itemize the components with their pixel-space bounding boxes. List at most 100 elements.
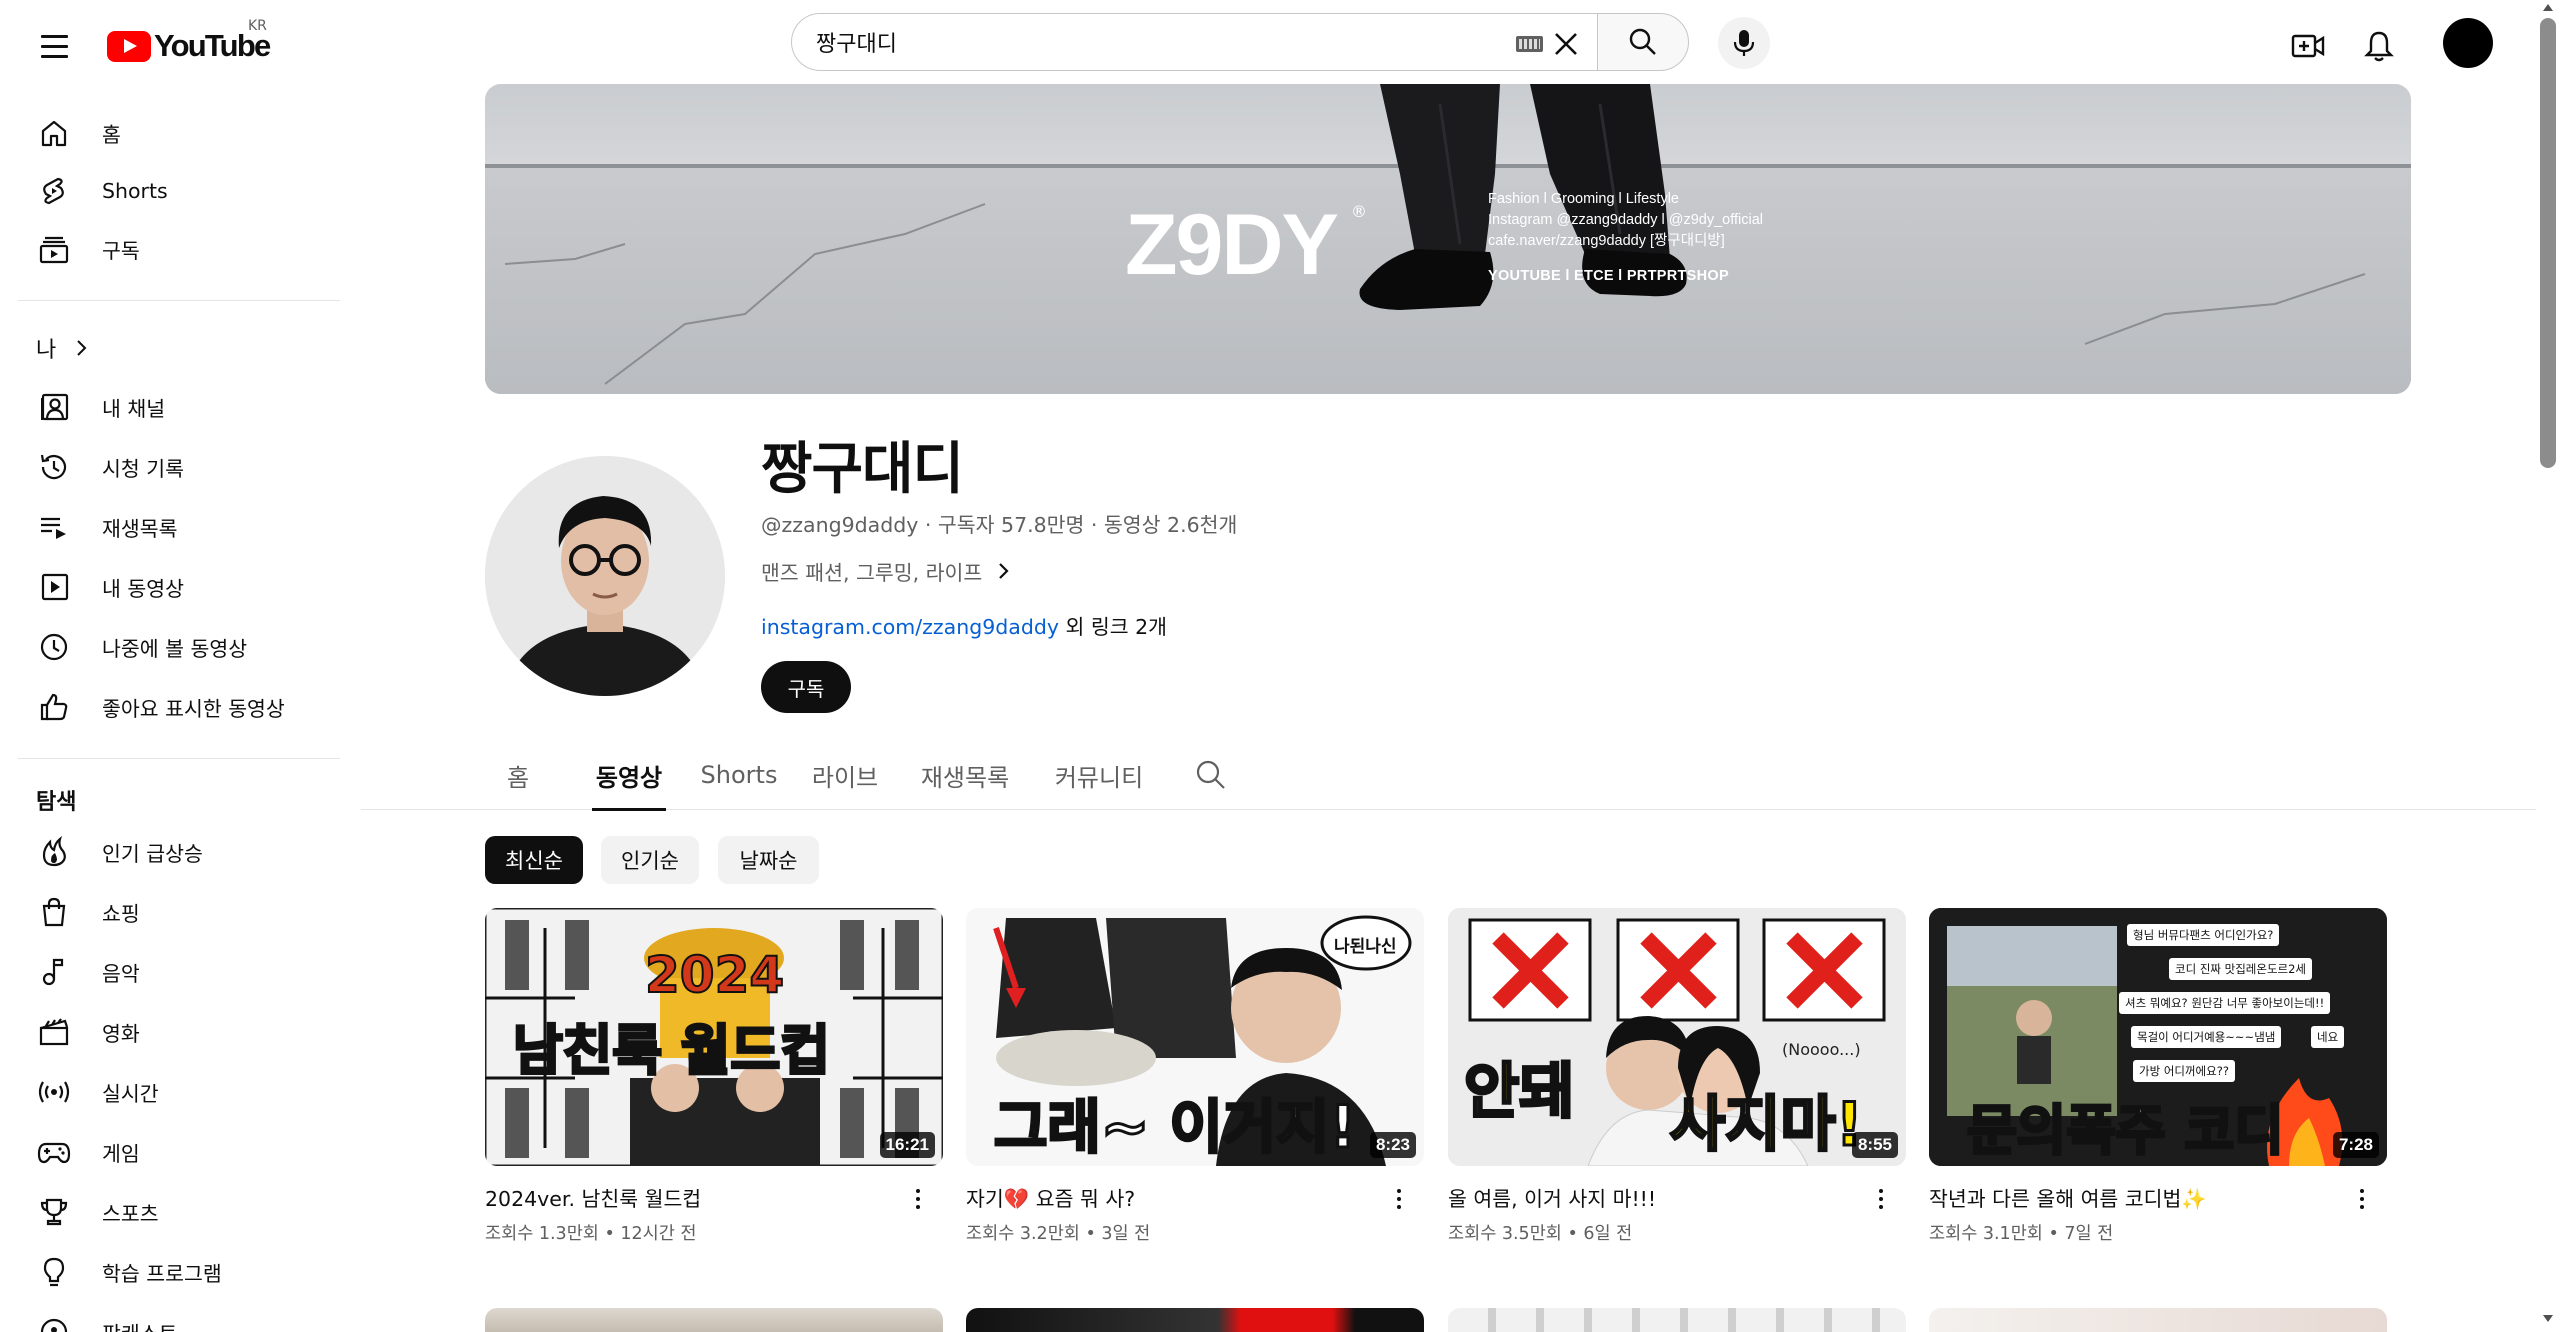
region-code: KR <box>248 18 267 34</box>
sidebar-item-home[interactable]: 홈 <box>18 104 328 162</box>
channel-avatar[interactable] <box>485 456 725 696</box>
shorts-icon <box>36 173 72 209</box>
sidebar-item-playlists[interactable]: 재생목록 <box>18 498 328 556</box>
subscribe-button[interactable]: 구독 <box>761 661 851 713</box>
video-thumbnail-partial[interactable] <box>485 1308 943 1332</box>
channel-meta: @zzang9daddy · 구독자 57.8만명 · 동영상 2.6천개 <box>761 508 1237 538</box>
sidebar-heading-me[interactable]: 나 <box>36 332 92 364</box>
video-title[interactable]: 올 여름, 이거 사지 마!!! <box>1448 1182 1848 1212</box>
channel-description[interactable]: 맨즈 패션, 그루밍, 라이프 <box>761 556 1012 586</box>
chat-bubble: 목걸이 어디거예용~~~냄냄 <box>2131 1026 2282 1048</box>
video-thumbnail[interactable]: 안돼 사지마! (Noooo...) 8:55 <box>1448 908 1906 1166</box>
scrollbar-thumb[interactable] <box>2540 18 2556 468</box>
your-videos-icon <box>36 569 72 605</box>
sidebar-item-live[interactable]: 실시간 <box>18 1063 328 1121</box>
sidebar-item-your-videos[interactable]: 내 동영상 <box>18 558 328 616</box>
sidebar-item-label: 음악 <box>102 962 140 986</box>
sidebar-item-podcasts[interactable]: 팟캐스트 <box>18 1303 328 1332</box>
sidebar-item-learning[interactable]: 학습 프로그램 <box>18 1243 328 1301</box>
tab-live[interactable]: 라이브 <box>807 740 883 810</box>
sidebar-item-subscriptions[interactable]: 구독 <box>18 220 328 278</box>
search-button[interactable] <box>1597 13 1689 71</box>
create-button[interactable] <box>2283 21 2333 71</box>
channel-search-icon[interactable] <box>1193 757 1229 793</box>
shopping-icon <box>36 894 72 930</box>
channel-stats: · 구독자 57.8만명 · 동영상 2.6천개 <box>918 513 1238 537</box>
account-avatar[interactable] <box>2443 18 2493 68</box>
video-title[interactable]: 작년과 다른 올해 여름 코디법✨ <box>1929 1182 2329 1212</box>
sidebar-item-watch-later[interactable]: 나중에 볼 동영상 <box>18 618 328 676</box>
sidebar-item-liked-videos[interactable]: 좋아요 표시한 동영상 <box>18 678 328 736</box>
gaming-icon <box>36 1134 72 1170</box>
video-duration: 8:55 <box>1851 1132 1898 1158</box>
sidebar-item-shorts[interactable]: Shorts <box>18 162 328 220</box>
sidebar-item-label: 게임 <box>102 1142 140 1166</box>
channel-more-links[interactable]: 외 링크 2개 <box>1059 615 1168 639</box>
youtube-play-icon <box>107 30 151 62</box>
video-thumbnail-partial[interactable] <box>1929 1308 2387 1332</box>
chat-bubble: 셔츠 뭐예요? 원단감 너무 좋아보이는데!! <box>2119 992 2331 1014</box>
music-icon <box>36 954 72 990</box>
clear-search-icon[interactable] <box>1550 28 1582 60</box>
sidebar-item-shopping[interactable]: 쇼핑 <box>18 883 328 941</box>
sidebar-item-label: 쇼핑 <box>102 902 140 926</box>
video-thumbnail[interactable]: 형님 버뮤다팬츠 어디인가요? 코디 진짜 맛집레온도르2세 셔츠 뭐예요? 원… <box>1929 908 2387 1166</box>
thumbnail-text-title: 문의폭주 코디 <box>1966 1098 2286 1164</box>
sidebar-item-trending[interactable]: 인기 급상승 <box>18 823 328 881</box>
more-actions-icon[interactable] <box>1388 1184 1410 1214</box>
video-thumbnail[interactable]: 나된나신 그래~ 이거지! 8:23 <box>966 908 1424 1166</box>
tab-community[interactable]: 커뮤니티 <box>1047 740 1151 810</box>
sidebar-item-label: 팟캐스트 <box>102 1317 177 1332</box>
channel-banner: Z9DY ® Fashion l Grooming l Lifestyle In… <box>485 84 2411 394</box>
video-title[interactable]: 자기💔 요즘 뭐 사? <box>966 1182 1366 1212</box>
banner-line-links: YOUTUBE l ETCE l PRTPRTSHOP <box>1488 268 1729 284</box>
sidebar-item-label: 영화 <box>102 1022 140 1046</box>
menu-icon[interactable] <box>30 22 78 70</box>
search-input[interactable] <box>816 29 1496 55</box>
tab-shorts[interactable]: Shorts <box>699 740 779 810</box>
page-scrollbar[interactable] <box>2536 0 2561 1332</box>
playlists-icon <box>36 509 72 545</box>
video-thumbnail[interactable]: 2024 남친룩 월드컵 16:21 <box>485 908 943 1166</box>
sidebar-item-gaming[interactable]: 게임 <box>18 1123 328 1181</box>
tab-videos[interactable]: 동영상 <box>592 740 666 811</box>
more-actions-icon[interactable] <box>1870 1184 1892 1214</box>
video-duration: 16:21 <box>879 1132 935 1158</box>
sidebar-item-your-channel[interactable]: 내 채널 <box>18 378 328 436</box>
chip-popular[interactable]: 인기순 <box>601 836 699 884</box>
sidebar-item-music[interactable]: 음악 <box>18 943 328 1001</box>
subscriptions-icon <box>36 231 72 267</box>
more-actions-icon[interactable] <box>907 1184 929 1214</box>
keyboard-icon[interactable] <box>1516 36 1543 52</box>
banner-line-instagram: Instagram @zzang9daddy l @z9dy_official <box>1488 212 1764 228</box>
channel-instagram-link[interactable]: instagram.com/zzang9daddy <box>761 615 1059 639</box>
sidebar-divider <box>18 300 340 301</box>
podcasts-icon <box>36 1314 72 1332</box>
video-title[interactable]: 2024ver. 남친룩 월드컵 <box>485 1182 885 1212</box>
scroll-down-arrow-icon[interactable] <box>2543 1315 2553 1322</box>
sidebar-item-sports[interactable]: 스포츠 <box>18 1183 328 1241</box>
notifications-button[interactable] <box>2354 21 2404 71</box>
scroll-up-arrow-icon[interactable] <box>2543 4 2553 11</box>
live-icon <box>36 1074 72 1110</box>
more-actions-icon[interactable] <box>2351 1184 2373 1214</box>
masthead: YouTube KR <box>0 0 2536 92</box>
sidebar-item-label: 홈 <box>102 123 121 147</box>
chat-bubble: 형님 버뮤다팬츠 어디인가요? <box>2127 924 2280 946</box>
sidebar-item-movies[interactable]: 영화 <box>18 1003 328 1061</box>
tab-home[interactable]: 홈 <box>495 740 541 810</box>
watch-later-icon <box>36 629 72 665</box>
sidebar-item-history[interactable]: 시청 기록 <box>18 438 328 496</box>
chip-oldest[interactable]: 날짜순 <box>718 836 819 884</box>
microphone-icon <box>1733 30 1755 56</box>
search-icon <box>1629 28 1656 55</box>
chip-latest[interactable]: 최신순 <box>485 836 583 884</box>
channel-handle: @zzang9daddy <box>761 513 919 537</box>
banner-line-categories: Fashion l Grooming l Lifestyle <box>1488 191 1679 207</box>
create-video-icon <box>2291 34 2325 58</box>
tab-playlists[interactable]: 재생목록 <box>914 740 1016 810</box>
video-thumbnail-partial[interactable] <box>1448 1308 1906 1332</box>
youtube-logo[interactable]: YouTube <box>107 26 271 66</box>
video-thumbnail-partial[interactable] <box>966 1308 1424 1332</box>
voice-search-button[interactable] <box>1718 17 1770 69</box>
